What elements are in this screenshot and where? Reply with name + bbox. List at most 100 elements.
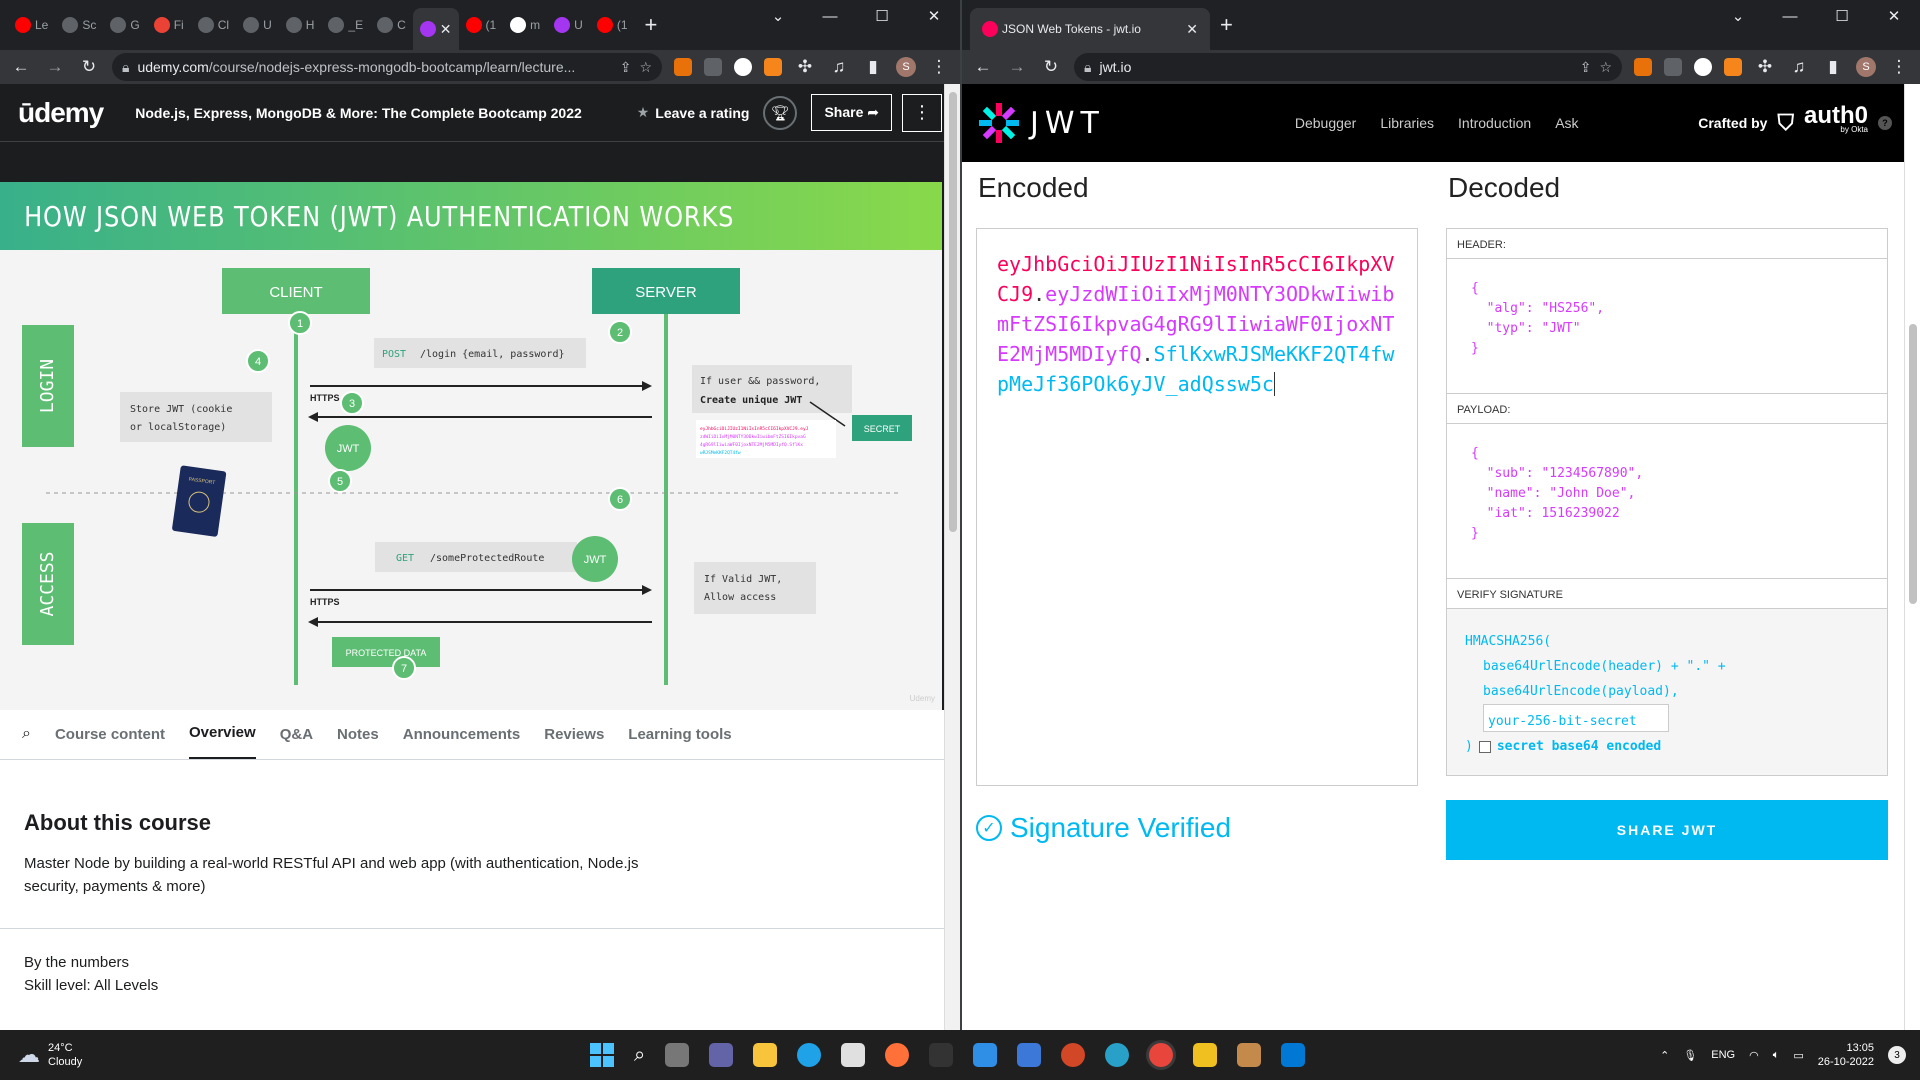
udemy-logo[interactable]: ūdemy xyxy=(18,97,104,129)
browser-tab[interactable]: m xyxy=(503,8,547,42)
header-json-editor[interactable]: { "alg": "HS256", "typ": "JWT"} xyxy=(1447,259,1887,393)
browser-tab[interactable]: Sc xyxy=(55,8,103,42)
jwt-nav-item[interactable]: Debugger xyxy=(1295,115,1357,131)
tab-search-icon[interactable]: ⌄ xyxy=(1712,0,1764,32)
course-title[interactable]: Node.js, Express, MongoDB & More: The Co… xyxy=(135,105,636,121)
crafted-by[interactable]: Crafted by ⛉ auth0 by Okta ? xyxy=(1698,104,1892,137)
tab-search-icon[interactable]: ⌄ xyxy=(752,0,804,32)
browser-tab[interactable]: Le xyxy=(8,8,55,42)
extension-icon[interactable] xyxy=(1664,58,1682,76)
globe-app-icon[interactable] xyxy=(1105,1043,1130,1067)
maximize-icon[interactable]: ☐ xyxy=(1816,0,1868,32)
notepad-icon[interactable] xyxy=(1017,1043,1042,1067)
scrollbar-thumb[interactable] xyxy=(1909,324,1917,604)
vscode-icon[interactable] xyxy=(1281,1043,1306,1067)
game-app-icon[interactable] xyxy=(929,1043,954,1067)
puzzle-extensions-icon[interactable]: ✣ xyxy=(1754,57,1776,77)
bookmark-star-icon[interactable]: ☆ xyxy=(1599,59,1612,76)
wifi-icon[interactable]: ◠ xyxy=(1749,1049,1759,1062)
leave-rating-button[interactable]: ★ Leave a rating xyxy=(637,104,750,121)
close-tab-icon[interactable]: ✕ xyxy=(1186,21,1198,38)
more-options-button[interactable]: ⋮ xyxy=(902,93,942,132)
devtool-icon[interactable] xyxy=(1193,1043,1218,1067)
extension-icon[interactable] xyxy=(1694,58,1712,76)
battery-icon[interactable]: ▭ xyxy=(1793,1049,1803,1062)
browser-tab[interactable]: U xyxy=(547,8,590,42)
share-page-icon[interactable]: ⇪ xyxy=(1580,59,1592,76)
browser-tab[interactable]: C xyxy=(370,8,413,42)
maximize-icon[interactable]: ☐ xyxy=(856,0,908,32)
forward-icon[interactable]: → xyxy=(1006,57,1028,77)
secret-input[interactable]: your-256-bit-secret xyxy=(1483,704,1669,732)
profile-avatar[interactable]: S xyxy=(1856,57,1876,77)
profile-avatar[interactable]: S xyxy=(896,57,916,77)
start-icon[interactable] xyxy=(590,1043,614,1067)
package-icon[interactable] xyxy=(1237,1043,1262,1067)
weather-widget[interactable]: ☁ 24°C Cloudy xyxy=(0,1041,82,1069)
menu-kebab-icon[interactable]: ⋮ xyxy=(1888,57,1910,77)
firefox-icon[interactable] xyxy=(885,1043,910,1067)
menu-kebab-icon[interactable]: ⋮ xyxy=(928,57,950,77)
close-window-icon[interactable]: ✕ xyxy=(908,0,960,32)
search-icon[interactable]: ⌕ xyxy=(22,725,31,759)
chrome-icon[interactable] xyxy=(1149,1043,1174,1067)
task-view-icon[interactable] xyxy=(665,1043,690,1067)
notification-badge[interactable]: 3 xyxy=(1888,1046,1906,1064)
microphone-icon[interactable]: 🎙︎ xyxy=(1683,1049,1697,1062)
extension-icon[interactable] xyxy=(1634,58,1652,76)
volume-icon[interactable]: 🔈︎ xyxy=(1773,1049,1780,1062)
clock[interactable]: 13:05 26-10-2022 xyxy=(1818,1041,1874,1069)
course-tab[interactable]: Overview xyxy=(188,724,256,759)
jwt-nav-item[interactable]: Ask xyxy=(1555,115,1578,131)
course-tab[interactable]: Course content xyxy=(55,726,165,759)
payload-json-editor[interactable]: { "sub": "1234567890", "name": "John Doe… xyxy=(1447,424,1887,578)
close-window-icon[interactable]: ✕ xyxy=(1868,0,1920,32)
puzzle-extensions-icon[interactable]: ✣ xyxy=(794,57,816,77)
progress-trophy-icon[interactable]: 🏆︎ xyxy=(763,95,798,130)
media-control-icon[interactable]: ♫ xyxy=(1788,57,1810,77)
powerpoint-icon[interactable] xyxy=(1061,1043,1086,1067)
help-icon[interactable]: ? xyxy=(1878,116,1892,130)
secret-base64-checkbox[interactable] xyxy=(1478,740,1491,753)
browser-tab[interactable]: _E xyxy=(321,8,370,42)
metamask-icon[interactable] xyxy=(1724,58,1742,76)
video-player[interactable]: HOW JSON WEB TOKEN (JWT) AUTHENTICATION … xyxy=(0,142,960,710)
browser-tab[interactable]: (1 xyxy=(590,8,635,42)
edge-icon[interactable] xyxy=(797,1043,822,1067)
file-explorer-icon[interactable] xyxy=(753,1043,778,1067)
browser-tab[interactable]: G xyxy=(103,8,146,42)
search-icon[interactable]: ⌕ xyxy=(634,1044,645,1067)
teams-chat-icon[interactable] xyxy=(709,1043,734,1067)
browser-tab[interactable]: U xyxy=(236,8,279,42)
back-icon[interactable]: ← xyxy=(10,57,32,77)
share-jwt-button[interactable]: SHARE JWT xyxy=(1446,800,1888,860)
side-panel-icon[interactable]: ▮ xyxy=(862,57,884,77)
extension-icon[interactable] xyxy=(674,58,692,76)
new-tab-icon[interactable]: + xyxy=(1220,12,1233,38)
metamask-icon[interactable] xyxy=(764,58,782,76)
address-bar[interactable]: 🔒︎ jwt.io ⇪ ☆ xyxy=(1074,53,1622,81)
scrollbar-thumb[interactable] xyxy=(949,92,957,532)
reload-icon[interactable]: ↻ xyxy=(78,57,100,77)
side-panel-icon[interactable]: ▮ xyxy=(1822,57,1844,77)
chevron-up-icon[interactable]: ⌃ xyxy=(1660,1049,1669,1062)
close-tab-icon[interactable]: ✕ xyxy=(440,21,452,38)
browser-tab[interactable]: ✕ xyxy=(412,8,459,50)
course-tab[interactable]: Q&A xyxy=(280,726,313,759)
minimize-icon[interactable]: — xyxy=(804,0,856,32)
bookmark-star-icon[interactable]: ☆ xyxy=(639,59,652,76)
browser-tab[interactable]: Cl xyxy=(191,8,236,42)
forward-icon[interactable]: → xyxy=(44,57,66,77)
share-button[interactable]: Share ➦ xyxy=(811,94,892,131)
encoded-token-editor[interactable]: eyJhbGciOiJIUzI1NiIsInR5cCI6IkpXVCJ9.eyJ… xyxy=(976,228,1418,786)
mail-icon[interactable] xyxy=(973,1043,998,1067)
share-page-icon[interactable]: ⇪ xyxy=(620,59,632,76)
tab-jwt[interactable]: JSON Web Tokens - jwt.io ✕ xyxy=(970,8,1210,50)
page-scrollbar[interactable] xyxy=(1904,84,1920,1030)
browser-tab[interactable]: (1 xyxy=(459,8,504,42)
browser-tab[interactable]: H xyxy=(279,8,322,42)
reload-icon[interactable]: ↻ xyxy=(1040,57,1062,77)
minimize-icon[interactable]: — xyxy=(1764,0,1816,32)
browser-tab[interactable]: Fi xyxy=(147,8,191,42)
back-icon[interactable]: ← xyxy=(972,57,994,77)
